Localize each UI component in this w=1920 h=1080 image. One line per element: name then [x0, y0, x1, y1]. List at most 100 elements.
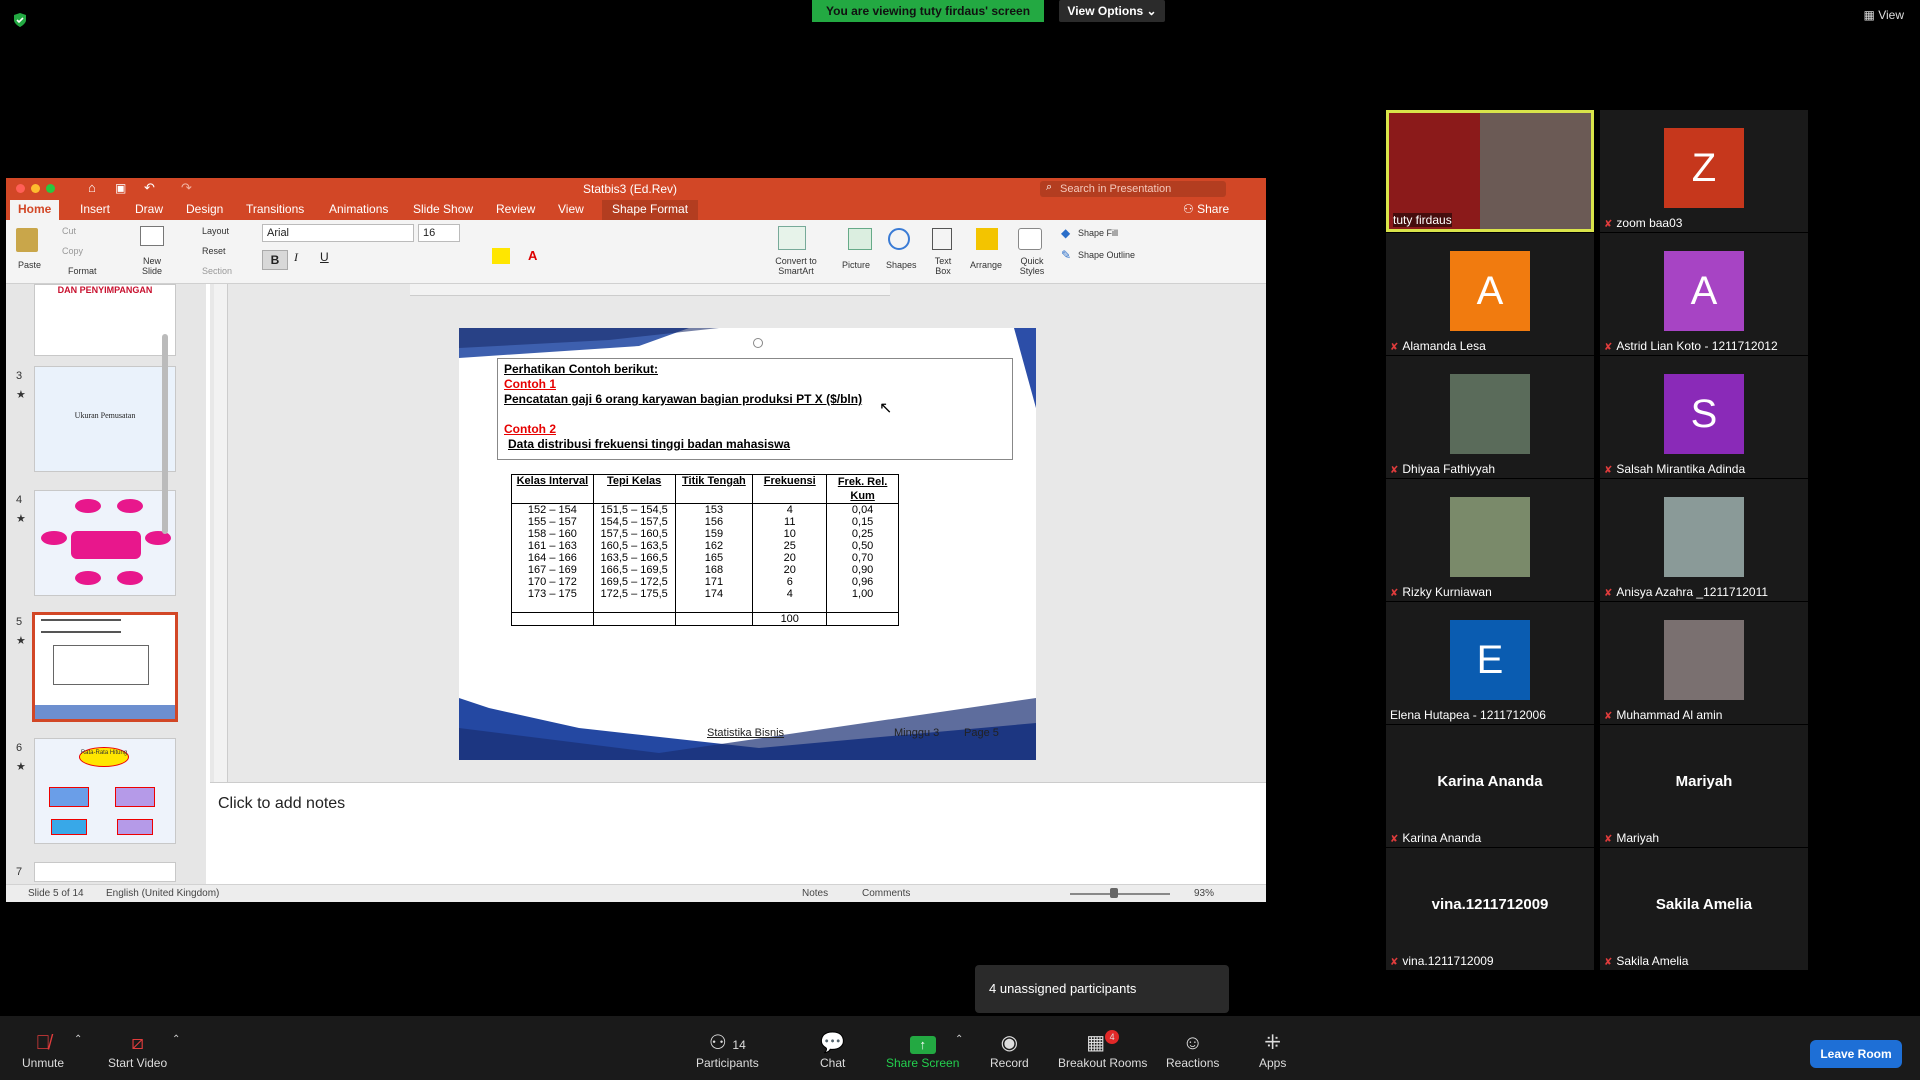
- view-options-button[interactable]: View Options ⌄: [1059, 0, 1165, 22]
- language-indicator[interactable]: English (United Kingdom): [106, 888, 219, 899]
- participant-tile[interactable]: Z ✘ zoom baa03: [1600, 110, 1808, 232]
- participant-tile[interactable]: S ✘ Salsah Mirantika Adinda: [1600, 356, 1808, 478]
- leave-room-button[interactable]: Leave Room: [1810, 1040, 1902, 1068]
- zoom-slider[interactable]: [1070, 893, 1170, 895]
- slide-thumbnail[interactable]: DAN PENYIMPANGAN: [34, 284, 176, 356]
- text-box-label[interactable]: Text Box: [928, 256, 958, 276]
- close-window-icon[interactable]: [16, 184, 25, 193]
- quick-styles-label[interactable]: Quick Styles: [1016, 256, 1048, 276]
- participant-tile[interactable]: ✘ Dhiyaa Fathiyyah: [1386, 356, 1594, 478]
- picture-label[interactable]: Picture: [842, 260, 870, 270]
- participant-tile[interactable]: A ✘ Astrid Lian Koto - 1211712012: [1600, 233, 1808, 355]
- participant-tile[interactable]: Sakila Amelia ✘ Sakila Amelia: [1600, 848, 1808, 970]
- video-options-chevron-icon[interactable]: ⌃: [172, 1034, 180, 1045]
- cut-button[interactable]: Cut: [62, 226, 76, 236]
- reactions-button[interactable]: ☺ Reactions: [1166, 1030, 1219, 1070]
- copy-button[interactable]: Copy: [62, 246, 83, 256]
- layout-button[interactable]: Layout: [202, 226, 229, 236]
- home-icon[interactable]: ⌂: [88, 180, 96, 195]
- maximize-window-icon[interactable]: [46, 184, 55, 193]
- undo-icon[interactable]: ↶: [144, 180, 155, 196]
- share-button[interactable]: ⚇ Share: [1183, 202, 1229, 216]
- participant-tile[interactable]: Mariyah ✘ Mariyah: [1600, 725, 1808, 847]
- tab-slide-show[interactable]: Slide Show: [413, 202, 473, 216]
- zoom-level[interactable]: 93%: [1194, 888, 1214, 899]
- shapes-icon[interactable]: [888, 228, 910, 250]
- reset-button[interactable]: Reset: [202, 246, 226, 256]
- minimize-window-icon[interactable]: [31, 184, 40, 193]
- font-size-select[interactable]: 16: [418, 224, 460, 242]
- participant-tile[interactable]: ✘ Muhammad Al amin: [1600, 602, 1808, 724]
- tab-home[interactable]: Home: [10, 200, 60, 220]
- redo-icon[interactable]: ↷: [181, 180, 192, 196]
- participant-tile[interactable]: ✘ Rizky Kurniawan: [1386, 479, 1594, 601]
- convert-smartart-label[interactable]: Convert to SmartArt: [764, 256, 828, 276]
- breakout-rooms-button[interactable]: ▦ 4 Breakout Rooms: [1058, 1030, 1147, 1070]
- share-options-chevron-icon[interactable]: ⌃: [955, 1034, 963, 1045]
- arrange-icon[interactable]: [976, 228, 998, 250]
- tab-transitions[interactable]: Transitions: [246, 202, 304, 216]
- notes-placeholder[interactable]: Click to add notes: [218, 795, 345, 813]
- italic-button[interactable]: I: [294, 250, 298, 265]
- arrange-label[interactable]: Arrange: [970, 260, 1002, 270]
- new-slide-label[interactable]: New Slide: [140, 256, 164, 276]
- comments-toggle[interactable]: Comments: [862, 888, 910, 899]
- slide-thumbnail[interactable]: [34, 490, 176, 596]
- participant-tile[interactable]: Karina Ananda ✘ Karina Ananda: [1386, 725, 1594, 847]
- save-icon[interactable]: ▣: [115, 181, 126, 195]
- tab-view[interactable]: View: [558, 202, 584, 216]
- participants-button[interactable]: ⚇ 14 Participants: [696, 1030, 759, 1070]
- font-select[interactable]: Arial: [262, 224, 414, 242]
- paste-label[interactable]: Paste: [18, 260, 41, 270]
- shape-outline-icon[interactable]: ✎: [1061, 248, 1071, 262]
- new-slide-icon[interactable]: [140, 226, 164, 246]
- audio-options-chevron-icon[interactable]: ⌃: [74, 1034, 82, 1045]
- underline-button[interactable]: U: [320, 250, 329, 264]
- participant-tile[interactable]: tuty firdaus: [1386, 110, 1594, 232]
- share-screen-button[interactable]: ↑ Share Screen: [886, 1030, 959, 1070]
- tab-insert[interactable]: Insert: [80, 202, 110, 216]
- start-video-button[interactable]: ⧄ Start Video: [108, 1030, 167, 1070]
- record-button[interactable]: ◉ Record: [990, 1030, 1029, 1070]
- picture-icon[interactable]: [848, 228, 872, 250]
- text-box-icon[interactable]: [932, 228, 952, 250]
- tab-review[interactable]: Review: [496, 202, 535, 216]
- chat-button[interactable]: 💬 Chat: [820, 1030, 845, 1070]
- shapes-label[interactable]: Shapes: [886, 260, 917, 270]
- paste-icon[interactable]: [16, 228, 38, 252]
- bold-button[interactable]: B: [262, 250, 288, 270]
- current-slide[interactable]: Perhatikan Contoh berikut: Contoh 1 Penc…: [459, 328, 1036, 760]
- participant-tile[interactable]: vina.1211712009 ✘ vina.1211712009: [1386, 848, 1594, 970]
- tab-draw[interactable]: Draw: [135, 202, 163, 216]
- shape-fill-button[interactable]: Shape Fill: [1078, 228, 1118, 238]
- search-input[interactable]: Search in Presentation: [1040, 181, 1226, 197]
- font-color-icon[interactable]: A: [528, 248, 537, 263]
- notes-toggle[interactable]: Notes: [802, 888, 828, 899]
- shape-outline-button[interactable]: Shape Outline: [1078, 250, 1135, 260]
- thumbnails-scrollbar[interactable]: [162, 334, 168, 534]
- shape-fill-icon[interactable]: ◆: [1061, 226, 1070, 240]
- table-cell: 172,5 – 175,5: [592, 588, 676, 600]
- apps-button[interactable]: ⁜ Apps: [1259, 1030, 1286, 1070]
- highlight-icon[interactable]: [492, 248, 510, 264]
- slide-thumbnail[interactable]: Ukuran Pemusatan: [34, 366, 176, 472]
- participant-tile[interactable]: A ✘ Alamanda Lesa: [1386, 233, 1594, 355]
- view-button[interactable]: ▦ View: [1864, 8, 1904, 22]
- participant-tile[interactable]: E Elena Hutapea - 1211712006: [1386, 602, 1594, 724]
- notes-pane[interactable]: Click to add notes: [210, 782, 1266, 884]
- zoom-slider-handle[interactable]: [1110, 888, 1118, 898]
- format-painter-button[interactable]: Format: [68, 266, 97, 276]
- quick-styles-icon[interactable]: [1018, 228, 1042, 250]
- section-button[interactable]: Section: [202, 266, 232, 276]
- participant-tile[interactable]: ✘ Anisya Azahra _1211712011: [1600, 479, 1808, 601]
- slide-thumbnail-selected[interactable]: [32, 612, 178, 722]
- smartart-icon[interactable]: [778, 226, 806, 250]
- rotate-handle-icon[interactable]: [753, 338, 763, 348]
- slide-thumbnail[interactable]: [34, 862, 176, 882]
- tab-design[interactable]: Design: [186, 202, 223, 216]
- unmute-button[interactable]: 🎙̸ Unmute: [22, 1030, 64, 1070]
- tab-animations[interactable]: Animations: [329, 202, 388, 216]
- unassigned-participants-notice[interactable]: 4 unassigned participants: [975, 965, 1229, 1013]
- tab-shape-format[interactable]: Shape Format: [602, 200, 699, 220]
- slide-thumbnail[interactable]: Rata-Rata Hitung: [34, 738, 176, 844]
